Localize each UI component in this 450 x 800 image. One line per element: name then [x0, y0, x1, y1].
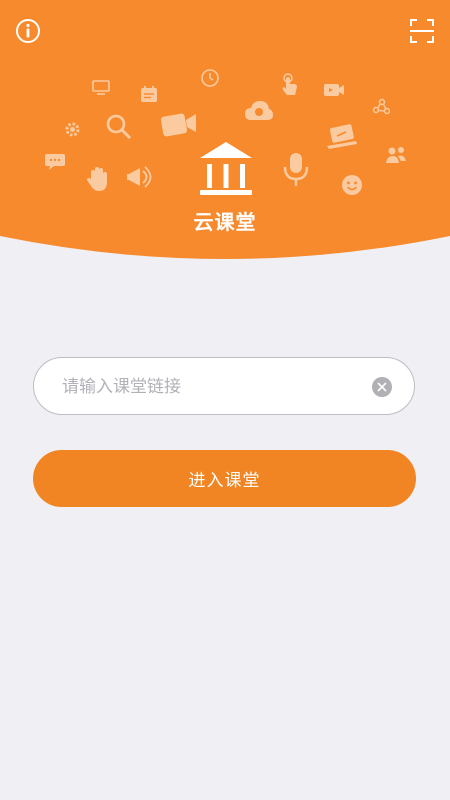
scan-button[interactable]	[405, 14, 439, 48]
enter-class-button[interactable]: 进入课堂	[33, 450, 416, 507]
info-icon	[16, 19, 40, 43]
classroom-building-icon	[200, 142, 252, 195]
cloud-icon	[245, 101, 273, 120]
scan-icon	[410, 19, 434, 43]
clock-icon	[201, 69, 219, 87]
smiley-icon	[342, 175, 362, 195]
monitor-icon	[92, 80, 110, 95]
megaphone-icon	[127, 166, 152, 188]
clear-icon	[377, 382, 387, 392]
laptop-icon	[327, 124, 357, 149]
video-camera-icon	[160, 113, 196, 137]
microphone-icon	[283, 153, 309, 186]
people-icon	[386, 147, 406, 163]
search-icon	[106, 114, 132, 140]
info-button[interactable]	[11, 14, 45, 48]
share-icon	[372, 98, 390, 115]
class-link-input[interactable]	[60, 358, 364, 416]
class-link-field[interactable]	[33, 357, 415, 416]
clear-button[interactable]	[372, 377, 392, 397]
header-banner: 云课堂	[0, 0, 450, 262]
chat-bubble-icon	[45, 154, 65, 170]
touch-icon	[282, 73, 297, 95]
calendar-icon	[141, 86, 157, 102]
raise-hand-icon	[87, 167, 107, 191]
video-camera-small-icon	[324, 84, 344, 96]
app-title: 云课堂	[193, 210, 257, 234]
gear-icon	[65, 122, 80, 137]
